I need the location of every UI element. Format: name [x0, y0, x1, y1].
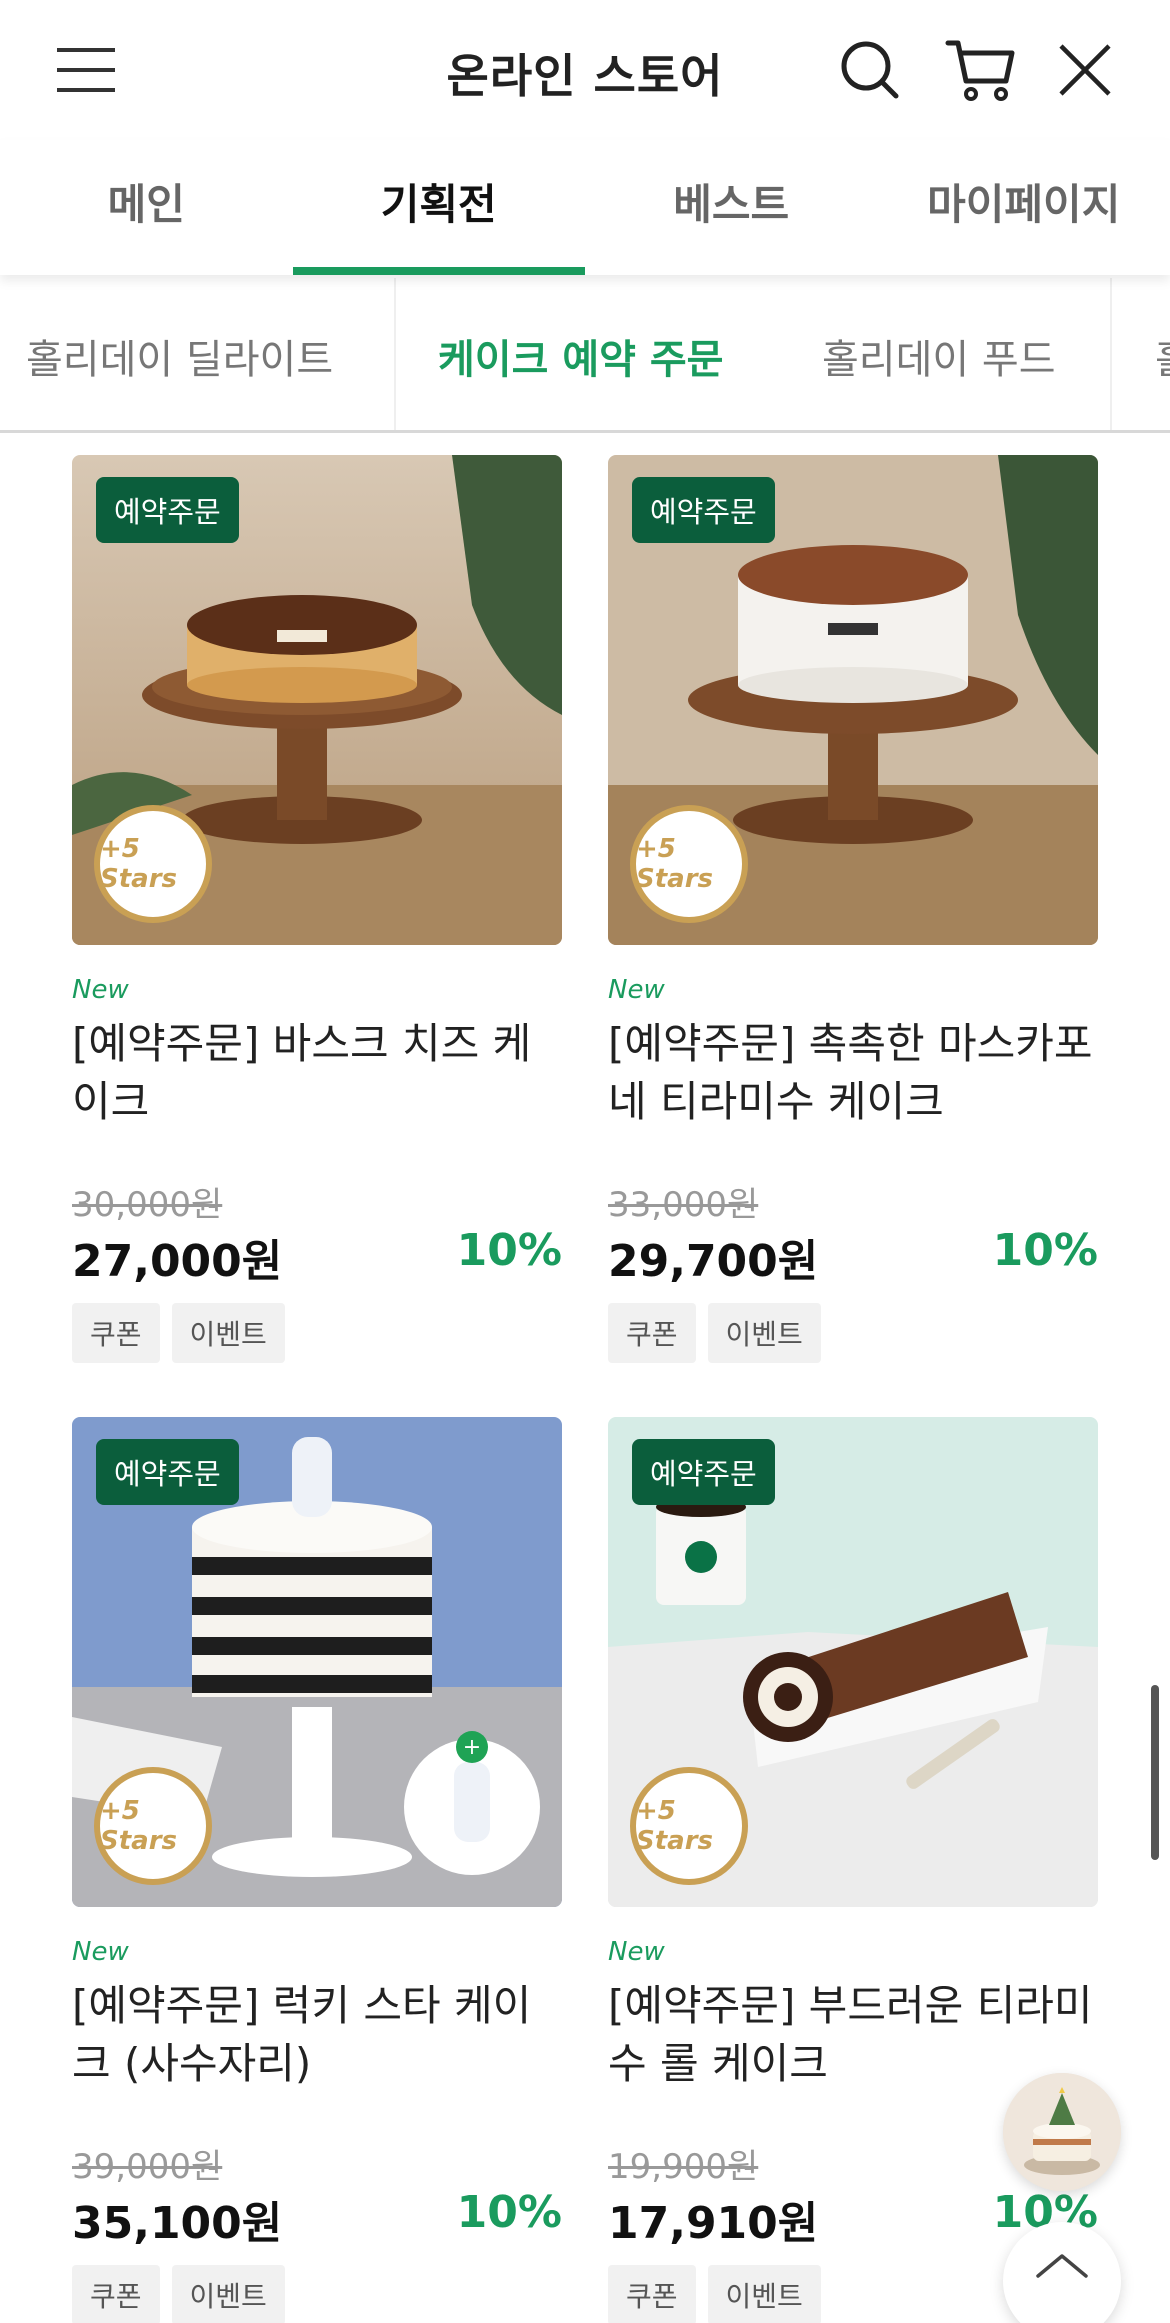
discount-rate: 10% — [456, 1225, 562, 1276]
scroll-top-button[interactable] — [1003, 2222, 1121, 2323]
event-tag: 이벤트 — [171, 2265, 285, 2323]
cart-button[interactable] — [935, 30, 1025, 110]
sale-price: 29,700원 — [608, 1236, 819, 1287]
menu-button[interactable] — [40, 30, 130, 110]
coupon-tag: 쿠폰 — [608, 2265, 696, 2323]
cart-icon — [945, 40, 1015, 101]
product-name[interactable]: [예약주문] 럭키 스타 케이크 (사수자리) — [72, 1977, 562, 2093]
sub-tabs: 홀리데이 딜라이트 케이크 예약 주문 홀리데이 푸드 홀 — [0, 278, 1170, 433]
subtab-next[interactable]: 홀 — [1155, 278, 1170, 430]
tab-main[interactable]: 메인 — [0, 140, 293, 275]
reservation-badge: 예약주문 — [96, 477, 239, 543]
coupon-tag: 쿠폰 — [608, 1303, 696, 1363]
plus-5-stars-badge: +5 Stars — [630, 1767, 748, 1885]
svg-text:+: + — [463, 1735, 481, 1760]
product-name[interactable]: [예약주문] 촉촉한 마스카포네 티라미수 케이크 — [608, 1015, 1098, 1131]
header: 온라인 스토어 — [0, 0, 1170, 140]
tab-promotion[interactable]: 기획전 — [292, 140, 586, 275]
product-image[interactable]: 예약주문 +5 Stars — [72, 455, 562, 945]
plus-5-stars-badge: +5 Stars — [94, 805, 212, 923]
sale-price: 27,000원 — [72, 1236, 283, 1287]
tab-best[interactable]: 베스트 — [585, 140, 878, 275]
product-image[interactable]: + 예약주문 +5 Stars — [72, 1417, 562, 1907]
tag-list: 쿠폰 이벤트 — [608, 1303, 821, 1363]
discount-rate: 10% — [992, 1225, 1098, 1276]
event-tag: 이벤트 — [171, 1303, 285, 1363]
chevron-up-icon — [1036, 2254, 1088, 2278]
tag-list: 쿠폰 이벤트 — [72, 2265, 285, 2323]
page-title: 온라인 스토어 — [446, 49, 724, 103]
reservation-badge: 예약주문 — [96, 1439, 239, 1505]
original-price: 39,000원 — [72, 2147, 223, 2187]
product-name[interactable]: [예약주문] 부드러운 티라미수 롤 케이크 — [608, 1977, 1098, 2093]
reservation-badge: 예약주문 — [632, 477, 775, 543]
main-tabs: 메인 기획전 베스트 마이페이지 — [0, 140, 1170, 275]
discount-rate: 10% — [456, 2187, 562, 2238]
product-name[interactable]: [예약주문] 바스크 치즈 케이크 — [72, 1015, 562, 1131]
subtab-holiday-delight[interactable]: 홀리데이 딜라이트 — [26, 278, 333, 430]
plus-5-stars-badge: +5 Stars — [630, 805, 748, 923]
original-price: 30,000원 — [72, 1185, 223, 1225]
new-label: New — [608, 1937, 665, 1967]
promo-cake-icon — [1003, 2073, 1121, 2191]
subtab-divider — [1110, 278, 1112, 430]
new-label: New — [72, 975, 129, 1005]
new-label: New — [608, 975, 665, 1005]
close-button[interactable] — [1045, 30, 1125, 110]
plus-5-stars-badge: +5 Stars — [94, 1767, 212, 1885]
product-image[interactable]: 예약주문 +5 Stars — [608, 455, 1098, 945]
coupon-tag: 쿠폰 — [72, 1303, 160, 1363]
search-button[interactable] — [830, 30, 910, 110]
subtab-cake-reservation[interactable]: 케이크 예약 주문 — [438, 278, 723, 430]
new-label: New — [72, 1937, 129, 1967]
original-price: 33,000원 — [608, 1185, 759, 1225]
subtab-divider — [394, 278, 396, 430]
search-icon — [841, 41, 899, 99]
product-image[interactable]: 예약주문 +5 Stars — [608, 1417, 1098, 1907]
event-tag: 이벤트 — [707, 2265, 821, 2323]
event-tag: 이벤트 — [707, 1303, 821, 1363]
tab-mypage[interactable]: 마이페이지 — [878, 140, 1170, 275]
menu-icon — [57, 48, 115, 92]
original-price: 19,900원 — [608, 2147, 759, 2187]
subtab-holiday-food[interactable]: 홀리데이 푸드 — [822, 278, 1056, 430]
reservation-badge: 예약주문 — [632, 1439, 775, 1505]
scrollbar[interactable] — [1151, 1685, 1159, 1860]
close-icon — [1059, 44, 1111, 96]
coupon-tag: 쿠폰 — [72, 2265, 160, 2323]
floating-promo-button[interactable] — [1003, 2073, 1121, 2191]
sale-price: 17,910원 — [608, 2198, 819, 2249]
tag-list: 쿠폰 이벤트 — [72, 1303, 285, 1363]
sale-price: 35,100원 — [72, 2198, 283, 2249]
tag-list: 쿠폰 이벤트 — [608, 2265, 821, 2323]
